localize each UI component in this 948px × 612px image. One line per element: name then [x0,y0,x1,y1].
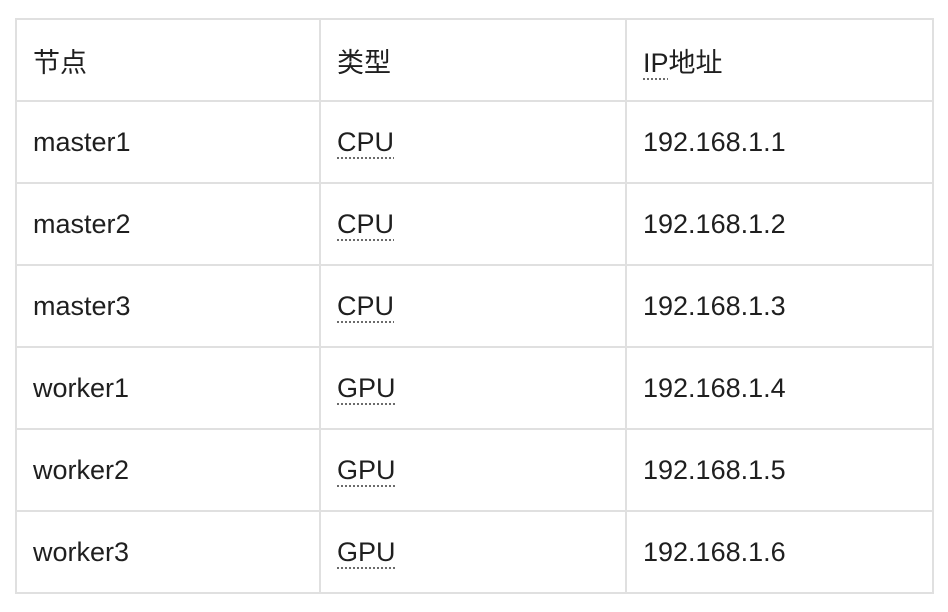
cell-type: GPU [319,510,627,594]
cell-type: CPU [319,100,627,184]
cell-ip: 192.168.1.1 [625,100,934,184]
table-row: worker3 GPU 192.168.1.6 [15,510,934,594]
node-table: 节点 类型 IP地址 master1 CPU 192.168.1.1 maste… [15,18,934,594]
table-header: 节点 类型 IP地址 [15,18,934,102]
cell-type: GPU [319,428,627,512]
table-row: worker2 GPU 192.168.1.5 [15,428,934,512]
cell-type-abbr: CPU [337,290,395,321]
header-ip-abbr: IP [643,47,669,78]
table-row: worker1 GPU 192.168.1.4 [15,346,934,430]
header-type: 类型 [319,18,627,102]
cell-type-abbr: GPU [337,454,396,485]
table-row: master3 CPU 192.168.1.3 [15,264,934,348]
cell-type-abbr: GPU [337,536,396,567]
cell-ip: 192.168.1.4 [625,346,934,430]
header-node: 节点 [15,18,321,102]
cell-ip: 192.168.1.3 [625,264,934,348]
cell-node: worker1 [15,346,321,430]
cell-type: GPU [319,346,627,430]
table-row: master2 CPU 192.168.1.2 [15,182,934,266]
cell-type-abbr: CPU [337,208,395,239]
cell-node: master1 [15,100,321,184]
table-body: master1 CPU 192.168.1.1 master2 CPU 192.… [15,100,934,594]
cell-node: worker3 [15,510,321,594]
cell-node: worker2 [15,428,321,512]
cell-type: CPU [319,264,627,348]
table-row: master1 CPU 192.168.1.1 [15,100,934,184]
cell-type-abbr: GPU [337,372,396,403]
cell-type: CPU [319,182,627,266]
header-ip: IP地址 [625,18,934,102]
cell-type-abbr: CPU [337,126,395,157]
cell-ip: 192.168.1.6 [625,510,934,594]
table-header-row: 节点 类型 IP地址 [15,18,934,102]
cell-ip: 192.168.1.5 [625,428,934,512]
header-ip-suffix: 地址 [668,47,723,78]
cell-node: master3 [15,264,321,348]
cell-ip: 192.168.1.2 [625,182,934,266]
cell-node: master2 [15,182,321,266]
